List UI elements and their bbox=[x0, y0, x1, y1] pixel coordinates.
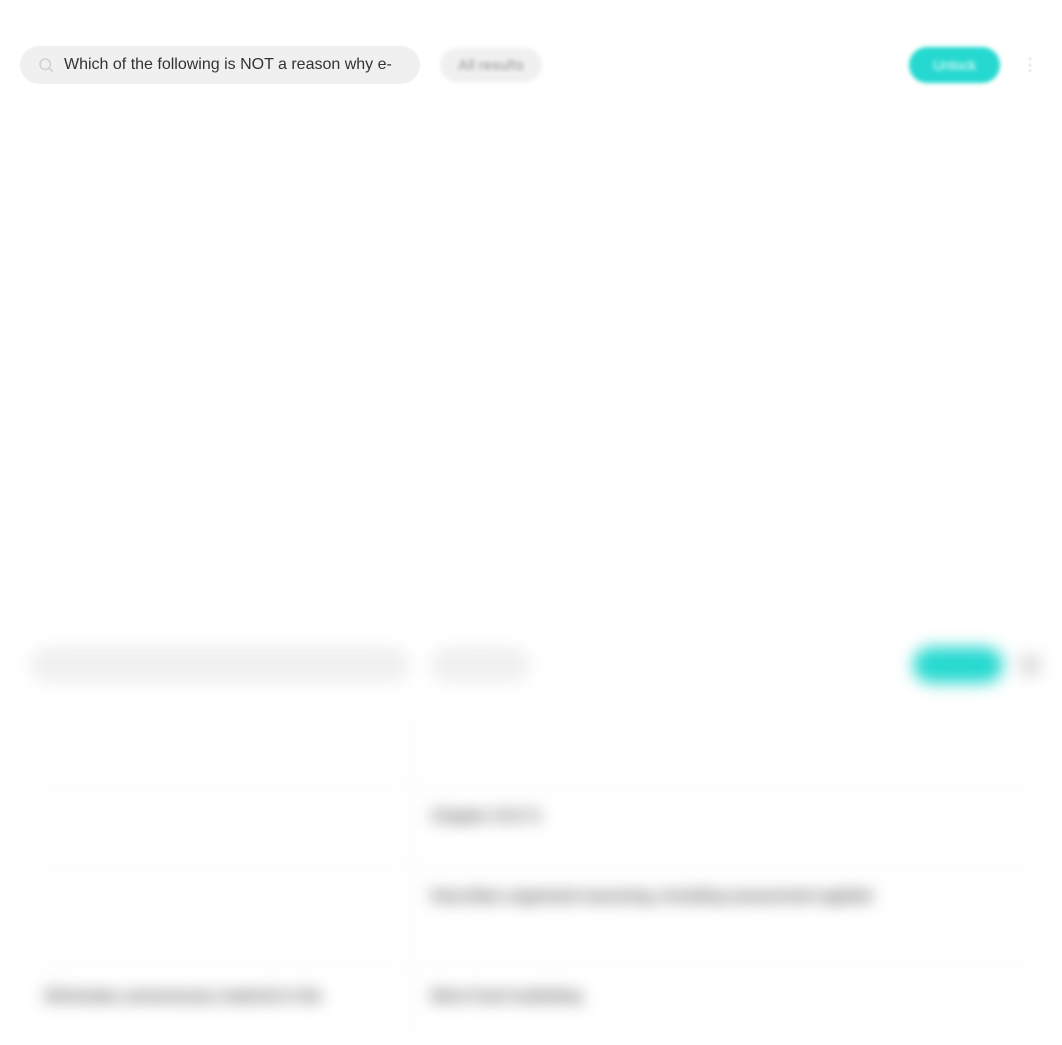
table-row bbox=[30, 705, 1042, 785]
search-input[interactable] bbox=[64, 56, 404, 74]
question-cell: Eliminates unnecessary material in the bbox=[30, 986, 410, 1005]
search-container[interactable] bbox=[20, 46, 420, 84]
top-bar: All results Unlock bbox=[0, 45, 1062, 85]
answer-cell: Describes organized reasoning, including… bbox=[411, 886, 1042, 905]
column-divider bbox=[410, 866, 411, 965]
answer-cell: More food marketing bbox=[411, 986, 1042, 1005]
column-divider bbox=[410, 786, 411, 865]
search-icon bbox=[36, 55, 56, 75]
table-row: Chapter 4/5/13 bbox=[30, 785, 1042, 865]
qa-table: Chapter 4/5/13 Describes organized reaso… bbox=[30, 645, 1042, 1045]
answer-cell: Chapter 4/5/13 bbox=[411, 806, 1042, 825]
column-divider bbox=[410, 705, 411, 785]
table-row: Describes organized reasoning, including… bbox=[30, 865, 1042, 965]
filter-dropdown[interactable]: All results bbox=[440, 48, 542, 82]
unlock-button[interactable]: Unlock bbox=[909, 47, 1000, 83]
blurred-content: Chapter 4/5/13 Describes organized reaso… bbox=[0, 100, 1062, 930]
table-row: Eliminates unnecessary material in the M… bbox=[30, 965, 1042, 1045]
column-divider bbox=[410, 966, 411, 1045]
menu-icon[interactable] bbox=[1018, 53, 1042, 77]
